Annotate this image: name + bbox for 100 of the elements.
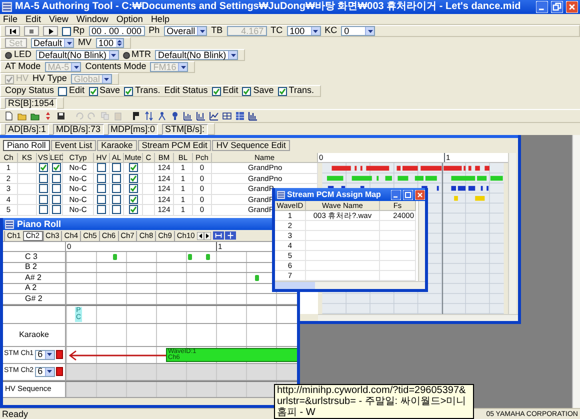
url-tooltip: http://minihp.cyworld.com/?tid=29605397&urlstr=&urlstrsub= - 주말일: 싸이월드>미니홈피 - W — [274, 384, 474, 419]
checkbox[interactable] — [97, 184, 106, 194]
checkbox[interactable] — [212, 86, 221, 96]
horizontal-scrollbar[interactable] — [318, 314, 518, 321]
dropdown-arrow-icon — [365, 27, 374, 35]
sort-arrows-icon[interactable] — [144, 111, 154, 121]
text-field[interactable]: 00 . 00 . 000 — [88, 26, 145, 36]
chart-icon[interactable] — [248, 111, 258, 121]
track-color-swatch[interactable] — [56, 350, 63, 359]
bulb-icon[interactable] — [170, 111, 180, 121]
chart-icon[interactable] — [209, 111, 219, 121]
checkbox-label: Edit — [69, 84, 85, 98]
key-label: C 3 — [24, 252, 38, 261]
dropdown[interactable]: Default(No Blink) — [36, 50, 119, 60]
field-label: Ph — [148, 24, 160, 38]
scroll-thumb[interactable] — [275, 282, 315, 289]
menu-item[interactable]: View — [49, 14, 68, 24]
menu-item[interactable]: Option — [116, 14, 143, 24]
spin-arrows-icon — [116, 39, 123, 47]
dropdown[interactable]: 6 — [34, 366, 55, 376]
skip-back-button[interactable] — [5, 26, 20, 36]
checkbox[interactable] — [112, 163, 121, 172]
checkbox[interactable] — [38, 184, 48, 194]
menu-item[interactable]: Window — [76, 14, 108, 24]
chart-icon[interactable] — [183, 111, 193, 121]
file-icon[interactable] — [4, 111, 14, 121]
dropdown[interactable]: Default — [30, 38, 74, 48]
key-label: A 2 — [24, 284, 37, 292]
field-label: KC — [324, 24, 338, 38]
checkbox-label: Trans. — [135, 84, 160, 98]
vertical-scrollbar[interactable] — [508, 153, 516, 314]
radio-button[interactable] — [5, 52, 12, 58]
window-title: Piano Roll — [17, 220, 62, 228]
tab[interactable]: HV Sequence Edit — [212, 140, 290, 151]
tab[interactable]: Event List — [50, 140, 96, 151]
flag-icon[interactable] — [131, 111, 141, 121]
minimize-icon[interactable] — [536, 1, 548, 13]
dropdown[interactable]: 0 — [341, 26, 376, 36]
app-icon — [2, 2, 12, 12]
field-label: Copy Status — [5, 84, 54, 98]
dropdown-arrow-icon — [64, 39, 74, 47]
checkbox[interactable] — [112, 184, 121, 194]
app-icon — [277, 190, 285, 198]
close-icon[interactable] — [566, 1, 578, 13]
dropdown[interactable]: 100 — [286, 26, 321, 36]
dropdown[interactable]: 6 — [34, 350, 55, 360]
grid-icon[interactable] — [222, 111, 232, 121]
field-label: HV Type — [32, 72, 67, 86]
checkbox[interactable] — [278, 86, 287, 96]
checkbox-label: HV — [16, 72, 29, 86]
checkbox[interactable] — [112, 205, 121, 214]
checkbox[interactable] — [124, 86, 134, 96]
tab[interactable]: Stream PCM Edit — [138, 140, 212, 151]
person-icon[interactable] — [157, 111, 167, 121]
checkbox[interactable] — [52, 184, 60, 194]
menu-item[interactable]: File — [3, 14, 18, 24]
checkbox[interactable] — [52, 205, 60, 214]
dropdown-arrow-icon — [102, 75, 111, 83]
checkbox[interactable] — [88, 86, 98, 96]
field-label: TC — [270, 24, 283, 38]
vertical-scrollbar[interactable] — [418, 201, 425, 281]
radio-button[interactable] — [122, 52, 130, 58]
dropdown-arrow-icon — [71, 63, 80, 71]
horizontal-scrollbar[interactable] — [275, 281, 425, 289]
tab[interactable]: Karaoke — [97, 140, 137, 151]
checkbox[interactable] — [52, 163, 60, 172]
tab[interactable]: Piano Roll — [3, 140, 50, 151]
maximize-icon[interactable] — [403, 190, 413, 200]
checkbox-label: Save — [100, 84, 120, 98]
checkbox[interactable] — [62, 26, 71, 36]
zoom-icon[interactable] — [224, 231, 236, 240]
checkbox[interactable] — [128, 163, 138, 172]
checkbox[interactable] — [128, 205, 138, 214]
restore-icon[interactable] — [551, 1, 563, 13]
table-cell — [380, 241, 416, 251]
checkbox[interactable] — [38, 163, 48, 172]
checkbox[interactable] — [242, 86, 252, 96]
checkbox[interactable] — [128, 184, 138, 194]
menu-item[interactable]: Edit — [26, 14, 42, 24]
chart-icon[interactable] — [196, 111, 206, 121]
vertical-scrollbar[interactable] — [572, 135, 580, 408]
play-button[interactable] — [43, 26, 58, 36]
checkbox[interactable] — [38, 205, 48, 214]
track-color-swatch[interactable] — [56, 367, 63, 376]
stop-button[interactable] — [24, 26, 39, 36]
key-label: B 2 — [24, 263, 38, 272]
checkbox[interactable] — [58, 86, 68, 96]
up-down-arrows-icon[interactable] — [43, 111, 53, 121]
radio-label: LED — [14, 48, 32, 62]
dropdown[interactable]: Overall — [164, 26, 208, 36]
menu-item[interactable]: Help — [150, 14, 170, 24]
close-icon[interactable] — [415, 190, 425, 200]
checkbox[interactable] — [97, 163, 106, 172]
zoom-icon[interactable] — [212, 231, 224, 240]
dropdown-arrow-icon — [44, 368, 54, 376]
window-title: MA-5 Authoring Tool - C:₩Documents and Settings₩JuDong₩바탕 화면₩003 휴처라이거 - Let's dance.mid — [15, 2, 522, 12]
minimize-icon[interactable] — [391, 190, 401, 200]
dropdown[interactable]: Default(No Blink) — [155, 50, 238, 60]
spin-field[interactable]: 100 — [96, 38, 124, 48]
checkbox[interactable] — [97, 205, 106, 214]
